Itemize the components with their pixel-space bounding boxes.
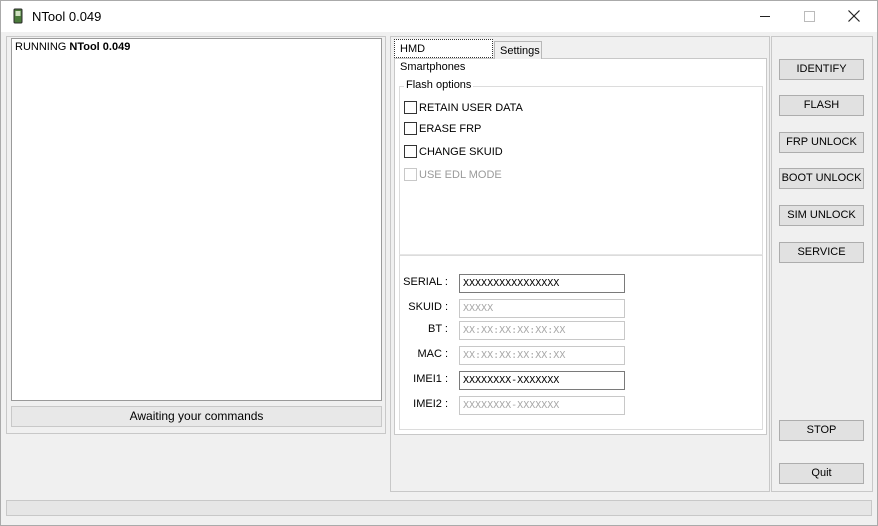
retain-user-data-checkbox[interactable]: RETAIN USER DATA: [404, 101, 523, 114]
checkbox-box[interactable]: [404, 145, 417, 158]
checkbox-box: [404, 168, 417, 181]
log-output[interactable]: RUNNING NTool 0.049: [11, 38, 382, 401]
stop-button[interactable]: STOP: [779, 420, 864, 441]
use-edl-mode-checkbox: USE EDL MODE: [404, 168, 502, 181]
frp-unlock-button[interactable]: FRP UNLOCK: [779, 132, 864, 153]
checkbox-box[interactable]: [404, 122, 417, 135]
app-window: NTool 0.049 RUNNING NTool 0.049 Awaiting…: [0, 0, 878, 526]
mac-label: MAC :: [417, 348, 448, 360]
sim-unlock-button[interactable]: SIM UNLOCK: [779, 205, 864, 226]
flash-button[interactable]: FLASH: [779, 95, 864, 116]
progress-bar: [6, 500, 872, 516]
flash-options-legend: Flash options: [404, 79, 474, 91]
bt-field[interactable]: XX:XX:XX:XX:XX:XX: [459, 321, 625, 340]
quit-button[interactable]: Quit: [779, 463, 864, 484]
change-skuid-checkbox[interactable]: CHANGE SKUID: [404, 145, 503, 158]
mac-field[interactable]: XX:XX:XX:XX:XX:XX: [459, 346, 625, 365]
bt-label: BT :: [428, 323, 448, 335]
status-text: Awaiting your commands: [11, 406, 382, 427]
checkbox-label: CHANGE SKUID: [419, 145, 503, 158]
imei2-field[interactable]: XXXXXXXX-XXXXXXX: [459, 396, 625, 415]
skuid-field[interactable]: XXXXX: [459, 299, 625, 318]
tab-settings[interactable]: Settings: [494, 41, 542, 59]
log-app-name: NTool 0.049: [69, 41, 131, 53]
service-button[interactable]: SERVICE: [779, 242, 864, 263]
identify-button[interactable]: IDENTIFY: [779, 59, 864, 80]
maximize-icon: [803, 10, 815, 22]
serial-label: SERIAL :: [403, 276, 448, 288]
window-title: NTool 0.049: [32, 9, 102, 24]
close-icon: [848, 10, 860, 22]
boot-unlock-button[interactable]: BOOT UNLOCK: [779, 168, 864, 189]
minimize-button[interactable]: [742, 1, 788, 31]
serial-field[interactable]: XXXXXXXXXXXXXXXX: [459, 274, 625, 293]
checkbox-label: USE EDL MODE: [419, 168, 502, 181]
checkbox-label: RETAIN USER DATA: [419, 101, 523, 114]
erase-frp-checkbox[interactable]: ERASE FRP: [404, 122, 481, 135]
skuid-label: SKUID :: [408, 301, 448, 313]
close-button[interactable]: [831, 1, 877, 31]
tab-hmd-smartphones[interactable]: HMD Smartphones: [394, 39, 493, 73]
maximize-button[interactable]: [786, 1, 832, 31]
checkbox-box[interactable]: [404, 101, 417, 114]
phone-icon: [13, 8, 23, 24]
title-bar: NTool 0.049: [1, 1, 877, 32]
checkbox-label: ERASE FRP: [419, 122, 482, 135]
imei1-label: IMEI1 :: [413, 373, 448, 385]
imei2-label: IMEI2 :: [413, 398, 448, 410]
imei1-field[interactable]: XXXXXXXX-XXXXXXX: [459, 371, 625, 390]
minimize-icon: [759, 15, 770, 17]
log-prefix: RUNNING: [15, 41, 70, 53]
